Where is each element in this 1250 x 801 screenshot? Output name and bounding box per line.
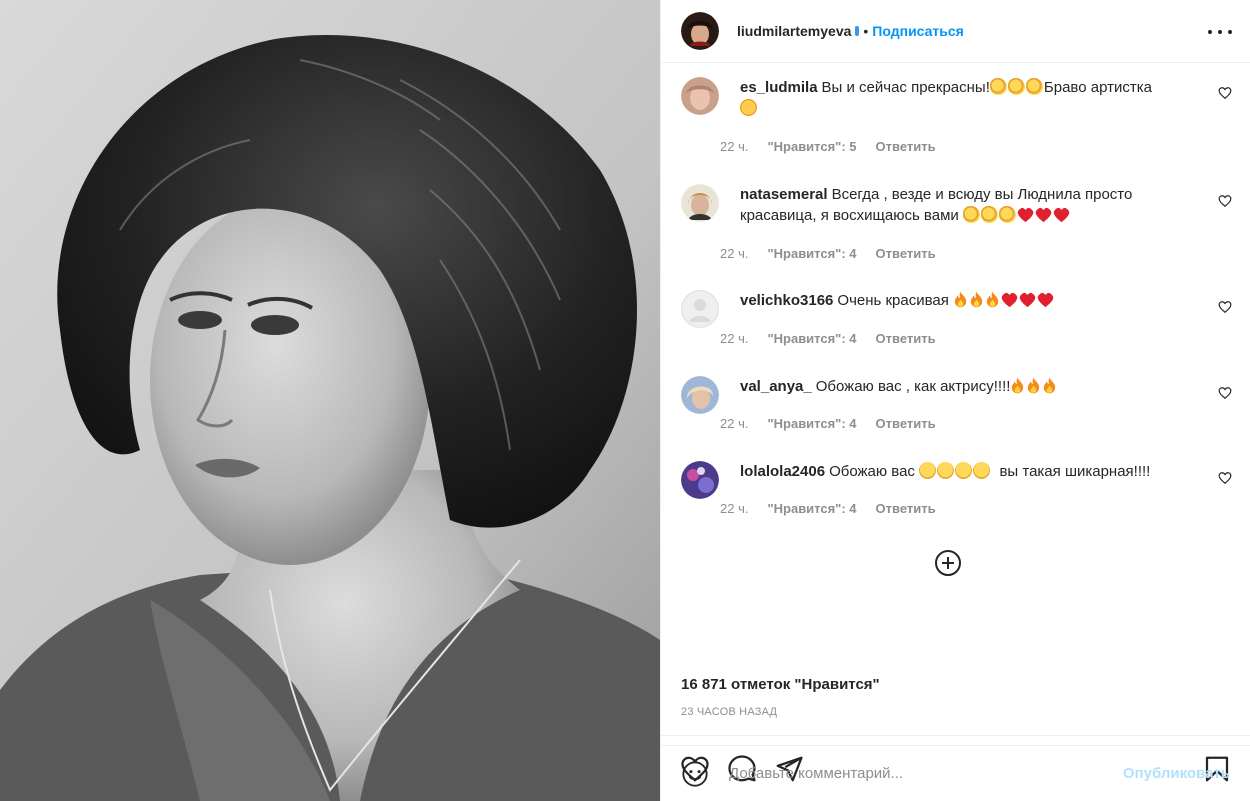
sad-face-emoji-icon xyxy=(919,462,937,479)
commenter-username[interactable]: velichko3166 xyxy=(740,292,833,309)
fire-emoji-icon xyxy=(1012,377,1024,394)
commenter-avatar[interactable] xyxy=(681,376,719,414)
instagram-post: liudmilartemyeva • Подписаться es_ludmil… xyxy=(0,0,1250,801)
sad-face-emoji-icon xyxy=(937,462,955,479)
clap-emoji-icon xyxy=(989,78,1007,95)
commenter-avatar[interactable] xyxy=(681,461,719,499)
more-options-icon[interactable] xyxy=(1208,22,1232,42)
comment-text: val_anya_ Обожаю вас , как актрису!!!! xyxy=(740,376,1192,397)
commenter-username[interactable]: lolalola2406 xyxy=(740,463,825,480)
comment-text: lolalola2406 Обожаю вас вы такая шикарная… xyxy=(740,461,1192,482)
comment-likes-count[interactable]: "Нравится": 4 xyxy=(767,501,856,516)
author-avatar[interactable] xyxy=(681,12,719,50)
comment-time[interactable]: 22 ч. xyxy=(720,246,748,261)
comment-input[interactable] xyxy=(729,765,1123,782)
author-username[interactable]: liudmilartemyeva xyxy=(737,23,851,39)
clap-emoji-icon xyxy=(998,206,1016,223)
comment-time[interactable]: 22 ч. xyxy=(720,139,748,154)
comment-likes-count[interactable]: "Нравится": 4 xyxy=(767,331,856,346)
commenter-avatar[interactable] xyxy=(681,184,719,222)
sad-face-emoji-icon xyxy=(955,462,973,479)
fire-emoji-icon xyxy=(954,291,967,308)
fire-emoji-icon xyxy=(986,291,999,308)
publish-button[interactable]: Опубликовать xyxy=(1123,765,1230,782)
comment-meta: 22 ч. "Нравится": 4 Ответить xyxy=(720,416,936,431)
comment-meta: 22 ч. "Нравится": 4 Ответить xyxy=(720,331,936,346)
fire-emoji-icon xyxy=(970,291,983,308)
comment-time[interactable]: 22 ч. xyxy=(720,501,748,516)
comment-content: Очень красивая xyxy=(837,292,949,309)
add-comment-bar: Опубликовать xyxy=(661,745,1250,801)
comment-content: Вы и сейчас прекрасны! xyxy=(821,79,990,96)
header-separator: • xyxy=(863,23,869,39)
comment-time[interactable]: 22 ч. xyxy=(720,416,748,431)
comment-like-heart-icon[interactable] xyxy=(1218,471,1232,485)
red-heart-emoji-icon xyxy=(1053,207,1070,223)
clap-emoji-icon xyxy=(1007,78,1025,95)
verified-icon xyxy=(855,26,860,36)
likes-count[interactable]: 16 871 отметок "Нравится" xyxy=(681,676,880,693)
comment-like-heart-icon[interactable] xyxy=(1218,386,1232,400)
commenter-username[interactable]: es_ludmila xyxy=(740,79,818,96)
comment-like-heart-icon[interactable] xyxy=(1218,86,1232,100)
clap-emoji-icon xyxy=(1025,78,1043,95)
clap-emoji-icon xyxy=(962,206,980,223)
heart-eyes-emoji-icon xyxy=(740,99,757,116)
author-avatar-image xyxy=(681,12,719,50)
red-heart-emoji-icon xyxy=(1035,207,1052,223)
follow-button[interactable]: Подписаться xyxy=(872,23,964,39)
reply-button[interactable]: Ответить xyxy=(876,501,936,516)
comment-time[interactable]: 22 ч. xyxy=(720,331,748,346)
clap-emoji-icon xyxy=(980,206,998,223)
red-heart-emoji-icon xyxy=(1019,292,1036,308)
portrait-image xyxy=(0,0,660,801)
fire-emoji-icon xyxy=(1028,377,1040,394)
comment-text: natasemeral Всегда , везде и всюду вы Люд… xyxy=(740,184,1192,226)
comment-content-2: вы такая шикарная!!!! xyxy=(999,463,1151,480)
commenter-username[interactable]: natasemeral xyxy=(740,186,828,203)
commenter-username[interactable]: val_anya_ xyxy=(740,378,812,395)
comments-list: es_ludmila Вы и сейчас прекрасны! Браво ар… xyxy=(661,63,1250,735)
comment-likes-count[interactable]: "Нравится": 4 xyxy=(767,416,856,431)
comment-like-heart-icon[interactable] xyxy=(1218,194,1232,208)
red-heart-emoji-icon xyxy=(1017,207,1034,223)
sad-face-emoji-icon xyxy=(973,462,991,479)
red-heart-emoji-icon xyxy=(1037,292,1054,308)
comment-like-heart-icon[interactable] xyxy=(1218,300,1232,314)
comment-content-2: Браво артистка xyxy=(1043,79,1152,96)
post-photo[interactable] xyxy=(0,0,660,801)
comment-meta: 22 ч. "Нравится": 4 Ответить xyxy=(720,246,936,261)
comment-text: es_ludmila Вы и сейчас прекрасны! Браво ар… xyxy=(740,77,1192,119)
comment-text: velichko3166 Очень красивая xyxy=(740,290,1192,311)
smile-icon[interactable] xyxy=(681,760,709,788)
red-heart-emoji-icon xyxy=(1001,292,1018,308)
post-details-panel: liudmilartemyeva • Подписаться es_ludmil… xyxy=(660,0,1250,801)
comment-meta: 22 ч. "Нравится": 5 Ответить xyxy=(720,139,936,154)
commenter-avatar[interactable] xyxy=(681,77,719,115)
commenter-avatar[interactable] xyxy=(681,290,719,328)
comment-meta: 22 ч. "Нравится": 4 Ответить xyxy=(720,501,936,516)
reply-button[interactable]: Ответить xyxy=(876,139,936,154)
plus-circle-icon[interactable] xyxy=(931,546,965,580)
comment-content: Обожаю вас , как актрису!!!! xyxy=(815,378,1011,395)
post-header: liudmilartemyeva • Подписаться xyxy=(661,0,1250,63)
comment-likes-count[interactable]: "Нравится": 4 xyxy=(767,246,856,261)
reply-button[interactable]: Ответить xyxy=(876,331,936,346)
post-time-ago[interactable]: 23 ЧАСОВ НАЗАД xyxy=(681,706,777,718)
comment-likes-count[interactable]: "Нравится": 5 xyxy=(767,139,856,154)
fire-emoji-icon xyxy=(1044,377,1056,394)
reply-button[interactable]: Ответить xyxy=(876,246,936,261)
reply-button[interactable]: Ответить xyxy=(876,416,936,431)
comment-content: Обожаю вас xyxy=(829,463,915,480)
